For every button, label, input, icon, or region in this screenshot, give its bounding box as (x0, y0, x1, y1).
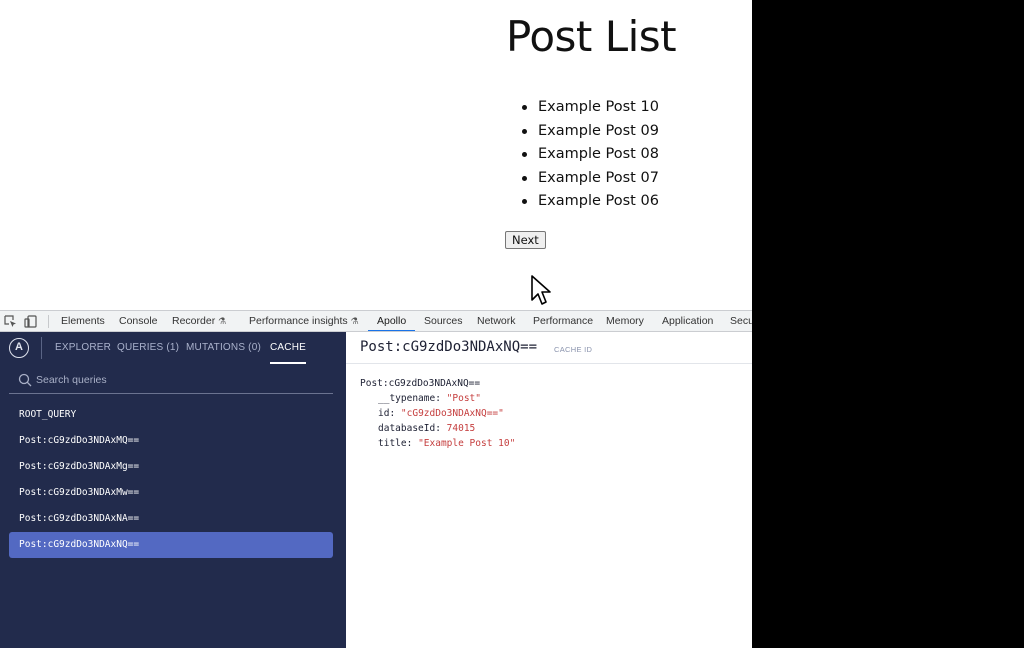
list-item: Example Post 10 (522, 96, 659, 120)
tab-cache[interactable]: CACHE (270, 342, 307, 364)
tab-performance[interactable]: Performance (533, 311, 593, 331)
tab-performance-insights[interactable]: Performance insights ⚗ (249, 311, 359, 331)
field-key: databaseId (378, 423, 436, 434)
cache-item-root-query[interactable]: ROOT_QUERY (9, 402, 333, 428)
list-item: Example Post 08 (522, 143, 659, 167)
cache-item[interactable]: Post:cG9zdDo3NDAxNA== (9, 506, 333, 532)
field-key: id (378, 408, 390, 419)
cache-entry-tree: Post:cG9zdDo3NDAxNQ== __typename: "Post"… (360, 376, 515, 451)
outside-area (752, 0, 1024, 648)
page-title: Post List (506, 12, 677, 61)
search-icon (18, 373, 32, 387)
post-list: Example Post 10 Example Post 09 Example … (522, 96, 659, 214)
next-button[interactable]: Next (505, 231, 546, 249)
tab-label: Secu (730, 315, 752, 327)
tab-label: Apollo (377, 315, 407, 327)
tab-application[interactable]: Application (662, 311, 713, 331)
toolbar-divider (48, 315, 49, 328)
experiment-flask-icon: ⚗ (350, 316, 359, 326)
tab-label: Sources (424, 315, 463, 327)
apollo-sidebar: A EXPLORER QUERIES (1) MUTATIONS (0) CAC… (0, 332, 346, 648)
field-id: id: "cG9zdDo3NDAxNQ==" (378, 408, 504, 419)
field-key: __typename (378, 393, 436, 404)
tab-label: Elements (61, 315, 105, 327)
field-key: title (378, 438, 407, 449)
apollo-nav: A EXPLORER QUERIES (1) MUTATIONS (0) CAC… (0, 332, 346, 364)
apollo-logo-icon: A (9, 338, 29, 358)
web-page: Post List Example Post 10 Example Post 0… (0, 0, 752, 310)
detail-header: Post:cG9zdDo3NDAxNQ== CACHE ID (346, 332, 752, 364)
tab-network[interactable]: Network (477, 311, 516, 331)
field-value: "cG9zdDo3NDAxNQ==" (400, 408, 504, 419)
tab-label: Application (662, 315, 714, 327)
tab-label: Performance insights (249, 315, 348, 327)
tab-recorder[interactable]: Recorder ⚗ (172, 311, 226, 331)
cache-item[interactable]: Post:cG9zdDo3NDAxMg== (9, 454, 333, 480)
tab-apollo[interactable]: Apollo (367, 311, 416, 331)
tab-label: Console (119, 315, 158, 327)
tab-label: Memory (606, 315, 644, 327)
browser-viewport: Post List Example Post 10 Example Post 0… (0, 0, 752, 648)
field-title: title: "Example Post 10" (378, 438, 516, 449)
cache-list: ROOT_QUERY Post:cG9zdDo3NDAxMQ== Post:cG… (9, 402, 333, 558)
tab-queries[interactable]: QUERIES (1) (117, 342, 179, 353)
cache-detail-panel: Post:cG9zdDo3NDAxNQ== CACHE ID Post:cG9z… (346, 332, 752, 648)
experiment-flask-icon: ⚗ (218, 316, 227, 326)
search-input[interactable] (36, 372, 316, 388)
field-value: "Post" (446, 393, 481, 404)
list-item: Example Post 09 (522, 120, 659, 144)
list-item: Example Post 06 (522, 190, 659, 214)
tab-label: Network (477, 315, 516, 327)
tab-explorer[interactable]: EXPLORER (55, 342, 111, 353)
tab-console[interactable]: Console (119, 311, 158, 331)
field-typename: __typename: "Post" (378, 393, 481, 404)
search-bar (9, 366, 333, 394)
entry-name: Post:cG9zdDo3NDAxNQ== (360, 378, 481, 389)
field-value: "Example Post 10" (418, 438, 516, 449)
cache-item[interactable]: Post:cG9zdDo3NDAxMQ== (9, 428, 333, 454)
field-database-id: databaseId: 74015 (378, 423, 476, 434)
nav-divider (41, 337, 42, 359)
cache-id-label: CACHE ID (554, 345, 593, 354)
list-item: Example Post 07 (522, 167, 659, 191)
tab-mutations[interactable]: MUTATIONS (0) (186, 342, 261, 353)
cache-item[interactable]: Post:cG9zdDo3NDAxMw== (9, 480, 333, 506)
inspect-element-icon[interactable] (4, 315, 17, 328)
device-toolbar-icon[interactable] (24, 315, 37, 328)
tab-label: Performance (533, 315, 594, 327)
tab-sources[interactable]: Sources (424, 311, 463, 331)
tab-label: Recorder (172, 315, 216, 327)
cache-entry-title: Post:cG9zdDo3NDAxNQ== (360, 339, 538, 355)
devtools-tab-bar: Elements Console Recorder ⚗ Performance … (0, 310, 752, 332)
tab-security[interactable]: Secu (730, 311, 752, 331)
tab-elements[interactable]: Elements (61, 311, 105, 331)
mouse-cursor-icon (531, 275, 551, 305)
tab-memory[interactable]: Memory (606, 311, 644, 331)
field-value: 74015 (446, 423, 476, 434)
cache-item-selected[interactable]: Post:cG9zdDo3NDAxNQ== (9, 532, 333, 558)
